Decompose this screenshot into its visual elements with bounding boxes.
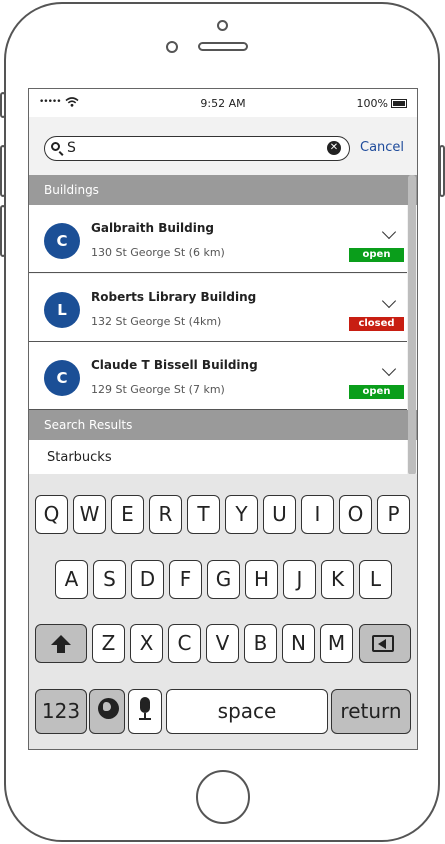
key-a[interactable]: A	[55, 560, 88, 599]
building-name: Galbraith Building	[91, 221, 214, 235]
key-b[interactable]: B	[244, 624, 277, 663]
key-k[interactable]: K	[321, 560, 354, 599]
volume-up-button	[0, 145, 6, 197]
key-u[interactable]: U	[263, 495, 296, 534]
mute-switch	[0, 92, 6, 118]
building-name: Claude T Bissell Building	[91, 358, 258, 372]
clear-search-icon[interactable]: ✕	[327, 141, 341, 155]
search-results-header: Search Results	[29, 410, 417, 440]
key-h[interactable]: H	[245, 560, 278, 599]
scrollbar[interactable]	[408, 175, 416, 475]
numbers-key[interactable]: 123	[35, 689, 87, 734]
chevron-down-icon[interactable]	[381, 224, 397, 240]
key-g[interactable]: G	[207, 560, 240, 599]
building-avatar: C	[44, 360, 80, 396]
proximity-sensor	[217, 20, 228, 31]
search-query[interactable]: S	[67, 140, 76, 156]
microphone-icon	[140, 697, 150, 713]
volume-down-button	[0, 205, 6, 257]
key-i[interactable]: I	[301, 495, 334, 534]
front-camera	[166, 41, 178, 53]
globe-icon	[98, 698, 119, 719]
chevron-down-icon[interactable]	[381, 293, 397, 309]
building-card[interactable]: C Galbraith Building 130 St George St (6…	[29, 205, 407, 273]
key-l[interactable]: L	[359, 560, 392, 599]
shift-arrow-icon	[51, 635, 71, 653]
microphone-key[interactable]	[128, 689, 162, 734]
key-t[interactable]: T	[187, 495, 220, 534]
building-card[interactable]: L Roberts Library Building 132 St George…	[29, 274, 407, 342]
key-n[interactable]: N	[282, 624, 315, 663]
screen: ••••• 9:52 AM 100% S ✕ Cancel Buildings …	[28, 88, 418, 750]
key-f[interactable]: F	[169, 560, 202, 599]
building-address: 130 St George St (6 km)	[91, 246, 225, 259]
key-z[interactable]: Z	[92, 624, 125, 663]
cancel-button[interactable]: Cancel	[360, 140, 404, 155]
key-p[interactable]: P	[377, 495, 410, 534]
keyboard: Q W E R T Y U I O P A S D F G H J K L Z …	[29, 474, 417, 749]
key-d[interactable]: D	[131, 560, 164, 599]
key-q[interactable]: Q	[35, 495, 68, 534]
key-j[interactable]: J	[283, 560, 316, 599]
home-button[interactable]	[196, 770, 250, 824]
building-address: 129 St George St (7 km)	[91, 383, 225, 396]
backspace-key[interactable]	[359, 624, 411, 663]
globe-key[interactable]	[89, 689, 125, 734]
key-r[interactable]: R	[149, 495, 182, 534]
search-result-item[interactable]: Starbucks	[29, 440, 407, 474]
shift-key[interactable]	[35, 624, 87, 663]
power-button	[439, 145, 445, 197]
building-name: Roberts Library Building	[91, 290, 257, 304]
status-bar: ••••• 9:52 AM 100%	[29, 89, 417, 117]
building-card[interactable]: C Claude T Bissell Building 129 St Georg…	[29, 342, 407, 410]
search-icon	[51, 142, 60, 151]
chevron-down-icon[interactable]	[381, 361, 397, 377]
earpiece-speaker	[198, 42, 248, 51]
key-s[interactable]: S	[93, 560, 126, 599]
key-v[interactable]: V	[206, 624, 239, 663]
key-c[interactable]: C	[168, 624, 201, 663]
backspace-icon	[372, 635, 394, 652]
key-y[interactable]: Y	[225, 495, 258, 534]
space-key[interactable]: space	[166, 689, 328, 734]
key-x[interactable]: X	[130, 624, 163, 663]
building-avatar: C	[44, 223, 80, 259]
status-badge: open	[349, 248, 404, 262]
search-input[interactable]: S ✕	[44, 136, 350, 161]
key-m[interactable]: M	[320, 624, 353, 663]
search-bar: S ✕ Cancel	[29, 117, 417, 175]
status-badge: closed	[349, 317, 404, 331]
battery-icon	[391, 99, 407, 108]
battery-percent: 100%	[356, 97, 388, 110]
key-w[interactable]: W	[73, 495, 106, 534]
status-badge: open	[349, 385, 404, 399]
building-address: 132 St George St (4km)	[91, 315, 222, 328]
key-e[interactable]: E	[111, 495, 144, 534]
building-avatar: L	[44, 292, 80, 328]
key-o[interactable]: O	[339, 495, 372, 534]
return-key[interactable]: return	[331, 689, 411, 734]
buildings-section-header: Buildings	[29, 175, 417, 205]
